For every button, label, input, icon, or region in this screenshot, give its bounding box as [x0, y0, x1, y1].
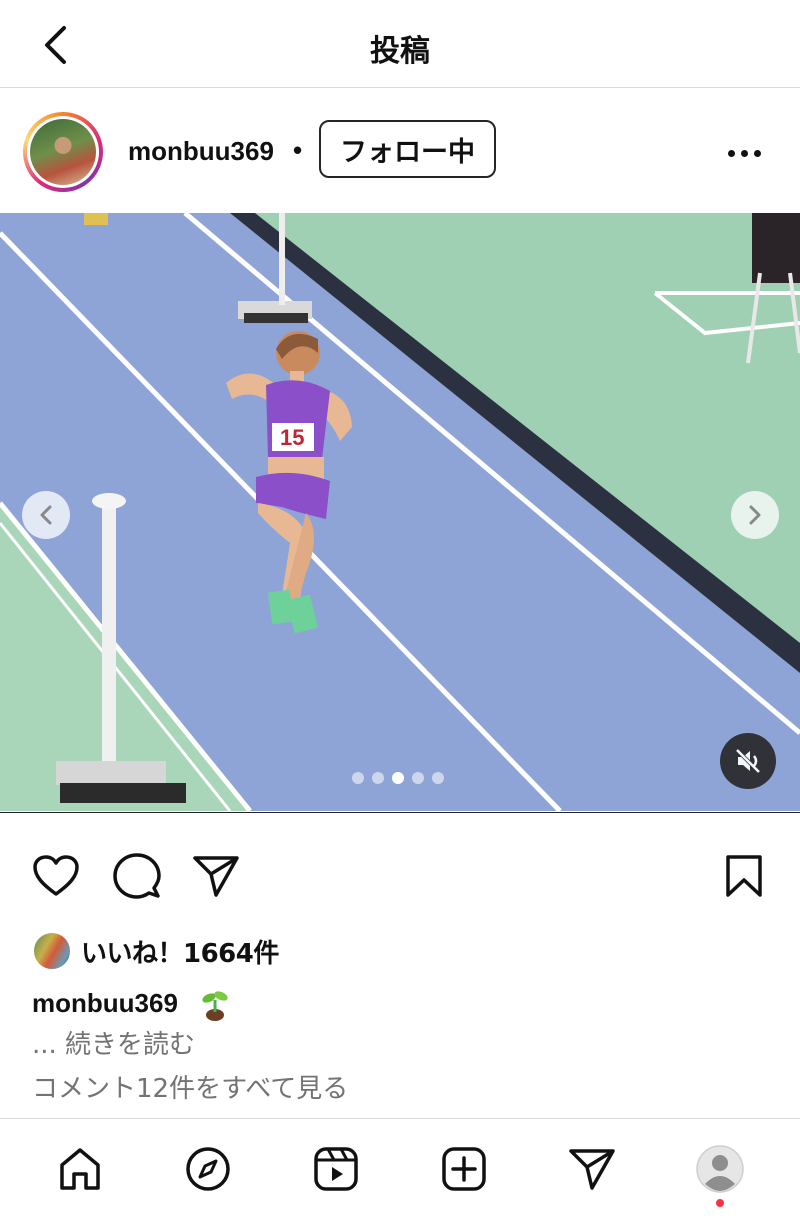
notification-dot	[716, 1199, 724, 1207]
profile-icon	[696, 1145, 744, 1193]
author-avatar[interactable]	[23, 112, 103, 192]
liker-avatar[interactable]	[32, 931, 72, 971]
carousel-dot	[372, 772, 384, 784]
bottom-nav	[0, 1118, 800, 1216]
carousel-indicator	[352, 772, 444, 784]
seedling-emoji	[202, 991, 228, 1021]
nav-create[interactable]	[436, 1141, 492, 1197]
chevron-left-icon	[40, 505, 52, 525]
top-bar: 投稿	[0, 0, 800, 88]
likes-count[interactable]: いいね！1664件	[81, 933, 279, 970]
page-title: 投稿	[370, 34, 430, 69]
carousel-dot	[432, 772, 444, 784]
paper-plane-icon	[193, 856, 239, 897]
video-frame: 15	[0, 213, 800, 811]
share-button[interactable]	[191, 851, 241, 901]
create-icon	[442, 1147, 486, 1191]
like-button[interactable]	[31, 851, 81, 901]
mute-button[interactable]	[720, 733, 776, 789]
reels-icon	[314, 1147, 358, 1191]
post-header: monbuu369 • フォロー中	[0, 89, 800, 213]
post-media[interactable]: 15	[0, 213, 800, 811]
comment-icon	[113, 853, 161, 899]
more-horizontal-icon	[727, 149, 735, 157]
comment-button[interactable]	[112, 851, 162, 901]
post-actions	[0, 812, 800, 932]
direct-icon	[569, 1149, 615, 1190]
carousel-dot	[352, 772, 364, 784]
more-options-button[interactable]	[720, 133, 768, 173]
author-username[interactable]: monbuu369	[128, 136, 274, 167]
nav-explore[interactable]	[180, 1141, 236, 1197]
avatar-image	[30, 119, 96, 185]
explore-icon	[186, 1147, 230, 1191]
nav-profile[interactable]	[692, 1141, 748, 1197]
nav-home[interactable]	[52, 1141, 108, 1197]
heart-icon	[33, 855, 79, 896]
following-button[interactable]: フォロー中	[319, 120, 496, 178]
carousel-dot	[392, 772, 404, 784]
read-more-link[interactable]: ... 続きを読む	[32, 1024, 195, 1061]
save-button[interactable]	[719, 851, 769, 901]
bib-number: 15	[280, 425, 304, 450]
nav-reels[interactable]	[308, 1141, 364, 1197]
separator-dot: •	[293, 135, 303, 165]
likes-row: いいね！1664件	[32, 930, 279, 972]
caption-username[interactable]: monbuu369	[32, 988, 178, 1019]
chevron-right-icon	[749, 505, 761, 525]
speaker-muted-icon	[735, 748, 761, 774]
bookmark-icon	[726, 855, 762, 897]
view-all-comments-link[interactable]: コメント12件をすべて見る	[32, 1068, 348, 1105]
carousel-next-button[interactable]	[731, 491, 779, 539]
carousel-dot	[412, 772, 424, 784]
nav-direct[interactable]	[564, 1141, 620, 1197]
carousel-prev-button[interactable]	[22, 491, 70, 539]
home-icon	[60, 1148, 100, 1190]
